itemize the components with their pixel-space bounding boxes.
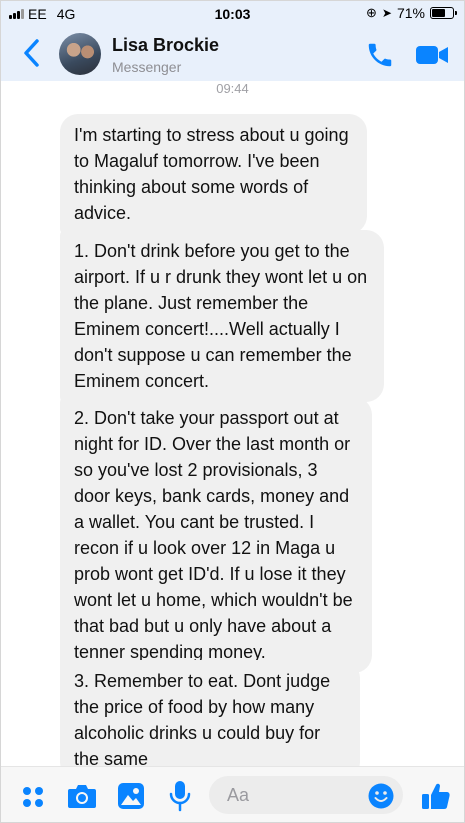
location-icon: ➤: [381, 6, 392, 20]
battery-icon: [430, 7, 457, 19]
apps-icon[interactable]: [21, 785, 45, 809]
thumbs-up-icon[interactable]: [421, 781, 451, 811]
message-timestamp: 09:44: [216, 81, 249, 96]
contact-avatar[interactable]: [59, 33, 101, 75]
status-bar: EE 4G 10:03 ⊕ ➤ 71%: [1, 1, 464, 27]
battery-fill: [432, 9, 445, 17]
messenger-screen: EE 4G 10:03 ⊕ ➤ 71% Lisa Brockie Messeng…: [0, 0, 465, 823]
message-bubble[interactable]: 3. Remember to eat. Dont judge the price…: [60, 660, 360, 780]
status-right: ⊕ ➤ 71%: [366, 5, 457, 21]
message-bubble[interactable]: 1. Don't drink before you get to the air…: [60, 230, 384, 402]
conversation-header: Lisa Brockie Messenger: [1, 27, 464, 81]
camera-icon[interactable]: [67, 783, 97, 809]
microphone-icon[interactable]: [169, 780, 191, 812]
message-bubble[interactable]: 2. Don't take your passport out at night…: [60, 397, 372, 673]
emoji-icon[interactable]: [368, 783, 394, 809]
rotation-lock-icon: ⊕: [366, 5, 377, 20]
contact-subtitle: Messenger: [112, 59, 182, 75]
video-call-icon[interactable]: [415, 43, 449, 67]
composer-bar: Aa: [1, 766, 464, 822]
phone-call-icon[interactable]: [365, 40, 395, 70]
back-chevron-icon[interactable]: [19, 37, 45, 69]
photo-icon[interactable]: [117, 782, 145, 810]
contact-name[interactable]: Lisa Brockie: [112, 35, 219, 56]
message-bubble[interactable]: I'm starting to stress about u going to …: [60, 114, 367, 234]
battery-percent: 71%: [396, 5, 425, 21]
